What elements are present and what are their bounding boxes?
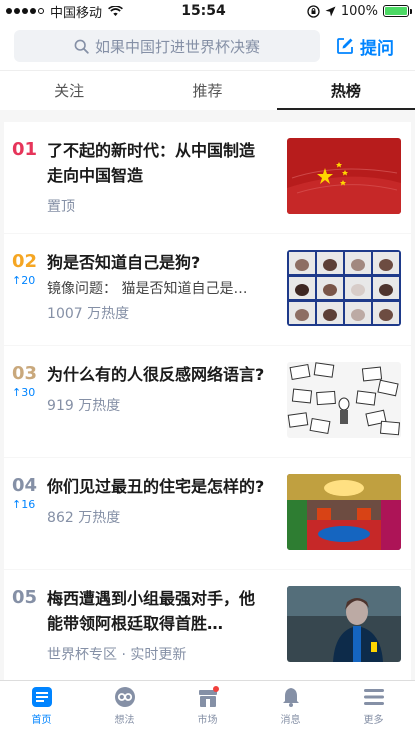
rank-number: 01 bbox=[12, 139, 38, 160]
item-title: 了不起的新时代：从中国制造走向中国智造 bbox=[47, 141, 256, 185]
tabbar-label: 首页 bbox=[31, 715, 52, 726]
search-header: 如果中国打进世界杯决赛 提问 bbox=[0, 22, 415, 70]
menu-icon bbox=[363, 689, 384, 705]
ask-label: 提问 bbox=[360, 38, 394, 59]
item-thumbnail bbox=[287, 138, 401, 214]
tabbar-home[interactable]: 首页 bbox=[0, 681, 83, 731]
item-thumbnail bbox=[287, 586, 401, 662]
item-meta: 置顶 bbox=[47, 199, 76, 215]
tab-recommend[interactable]: 推荐 bbox=[138, 71, 276, 110]
rotation-lock-icon bbox=[307, 4, 320, 18]
rank-number: 03 bbox=[12, 363, 38, 384]
rank-column: 05 bbox=[12, 586, 47, 681]
market-store-icon bbox=[198, 686, 219, 707]
item-thumbnail bbox=[287, 362, 401, 438]
rank-number: 05 bbox=[12, 587, 38, 608]
item-content: 梅西遭遇到小组最强对手，他能带领阿根廷取得首胜… 世界杯专区 · 实时更新 bbox=[47, 586, 279, 681]
tabbar-messages[interactable]: 消息 bbox=[249, 681, 332, 731]
rank-column: 01 bbox=[12, 138, 47, 233]
status-right: 100% bbox=[259, 3, 412, 19]
status-bar: 中国移动 15:54 100% bbox=[0, 0, 415, 22]
search-input[interactable]: 如果中国打进世界杯决赛 bbox=[14, 30, 320, 62]
item-meta: 世界杯专区 · 实时更新 bbox=[47, 647, 187, 663]
tabbar-label: 消息 bbox=[280, 715, 301, 726]
rank-column: 04 ↑16 bbox=[12, 474, 47, 569]
bottom-tab-bar: 首页 想法 市场 消息 更多 bbox=[0, 680, 415, 731]
tab-follow[interactable]: 关注 bbox=[0, 71, 138, 110]
signal-icon bbox=[6, 8, 44, 14]
feed-tabs: 关注 推荐 热榜 bbox=[0, 70, 415, 110]
item-meta: 1007 万热度 bbox=[47, 306, 130, 322]
rank-number: 02 bbox=[12, 251, 38, 272]
item-content: 了不起的新时代：从中国制造走向中国智造 置顶 bbox=[47, 138, 279, 233]
item-title: 梅西遭遇到小组最强对手，他能带领阿根廷取得首胜… bbox=[47, 589, 256, 633]
battery-icon bbox=[383, 5, 412, 17]
list-item[interactable]: 04 ↑16 你们见过最丑的住宅是怎样的? 862 万热度 bbox=[4, 458, 411, 569]
battery-percent: 100% bbox=[340, 3, 378, 19]
list-item[interactable]: 05 梅西遭遇到小组最强对手，他能带领阿根廷取得首胜… 世界杯专区 · 实时更新 bbox=[4, 570, 411, 681]
item-meta: 862 万热度 bbox=[47, 510, 121, 526]
tabbar-market[interactable]: 市场 bbox=[166, 681, 249, 731]
tabbar-label: 想法 bbox=[114, 715, 135, 726]
status-time: 15:54 bbox=[181, 3, 226, 19]
trend-badge: ↑20 bbox=[12, 274, 36, 287]
trend-badge: ↑16 bbox=[12, 498, 36, 511]
item-thumbnail bbox=[287, 474, 401, 550]
hot-list: 01 了不起的新时代：从中国制造走向中国智造 置顶 02 ↑20 狗是否知道自己… bbox=[4, 122, 411, 682]
rank-column: 03 ↑30 bbox=[12, 362, 47, 457]
status-left: 中国移动 bbox=[6, 2, 156, 21]
item-content: 狗是否知道自己是狗? 镜像问题： 猫是否知道自己是… 1007 万热度 bbox=[47, 250, 279, 345]
item-title: 狗是否知道自己是狗? bbox=[47, 253, 201, 272]
list-item[interactable]: 02 ↑20 狗是否知道自己是狗? 镜像问题： 猫是否知道自己是… 1007 万… bbox=[4, 234, 411, 345]
tabbar-label: 市场 bbox=[197, 715, 218, 726]
tabbar-more[interactable]: 更多 bbox=[332, 681, 415, 731]
location-arrow-icon bbox=[325, 6, 336, 16]
ideas-icon bbox=[114, 687, 135, 707]
tab-hot-list[interactable]: 热榜 bbox=[276, 71, 415, 110]
item-content: 你们见过最丑的住宅是怎样的? 862 万热度 bbox=[47, 474, 279, 569]
rank-number: 04 bbox=[12, 475, 38, 496]
trend-badge: ↑30 bbox=[12, 386, 36, 399]
tabbar-ideas[interactable]: 想法 bbox=[83, 681, 166, 731]
home-icon bbox=[31, 687, 52, 707]
search-placeholder: 如果中国打进世界杯决赛 bbox=[94, 37, 260, 56]
search-icon bbox=[74, 39, 89, 54]
wifi-icon bbox=[108, 5, 123, 16]
tabbar-label: 更多 bbox=[363, 715, 384, 726]
rank-column: 02 ↑20 bbox=[12, 250, 47, 345]
item-excerpt: 镜像问题： 猫是否知道自己是… bbox=[47, 281, 248, 297]
ask-button[interactable]: 提问 bbox=[336, 34, 394, 59]
list-item[interactable]: 03 ↑30 为什么有的人很反感网络语言? 919 万热度 bbox=[4, 346, 411, 457]
bell-icon bbox=[282, 688, 299, 707]
item-title: 为什么有的人很反感网络语言? bbox=[47, 365, 265, 384]
item-title: 你们见过最丑的住宅是怎样的? bbox=[47, 477, 265, 496]
item-content: 为什么有的人很反感网络语言? 919 万热度 bbox=[47, 362, 279, 457]
item-meta: 919 万热度 bbox=[47, 398, 121, 414]
edit-icon bbox=[337, 38, 353, 54]
list-item[interactable]: 01 了不起的新时代：从中国制造走向中国智造 置顶 bbox=[4, 122, 411, 233]
item-thumbnail bbox=[287, 250, 401, 326]
carrier-label: 中国移动 bbox=[50, 5, 103, 21]
